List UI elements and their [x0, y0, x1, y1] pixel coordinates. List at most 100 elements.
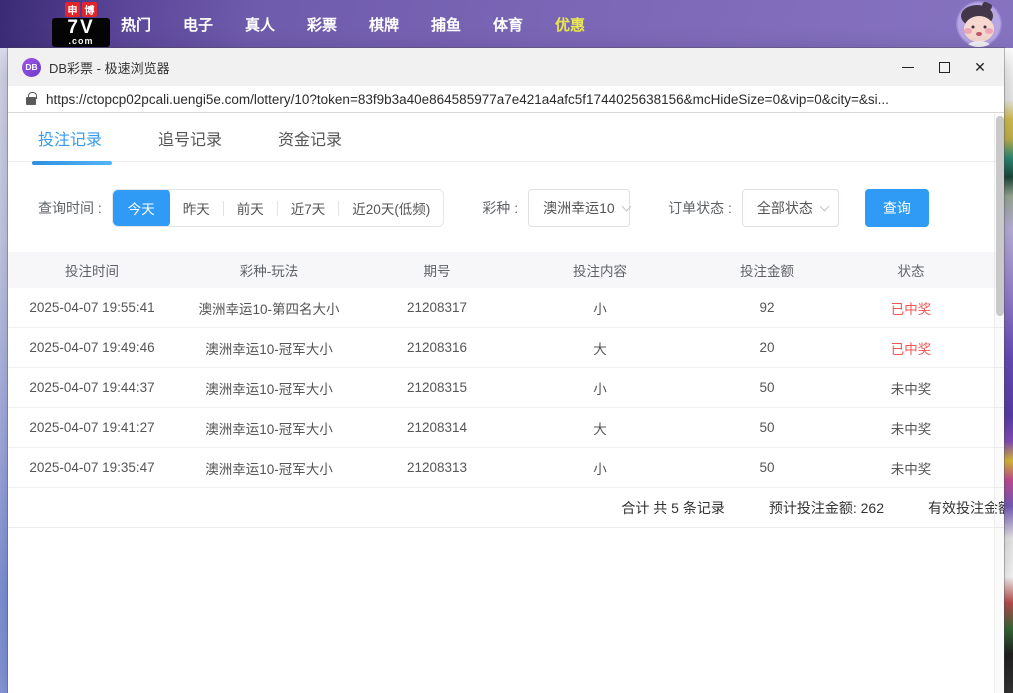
nav-item-slots[interactable]: 电子 [182, 14, 214, 35]
cell-issue: 21208315 [362, 380, 512, 395]
logo-badge-shen: 申 [65, 2, 80, 17]
filter-bar: 查询时间 : 今天 昨天 前天 近7天 近20天(低频) 彩种 : 澳洲幸运10… [8, 189, 1004, 227]
nav-item-promo[interactable]: 优惠 [554, 14, 586, 35]
close-button[interactable]: ✕ [962, 52, 998, 82]
address-bar[interactable]: https://ctopcp02pcali.uengi5e.com/lotter… [8, 86, 1004, 113]
header-bet-time: 投注时间 [8, 260, 176, 280]
cell-issue: 21208314 [362, 420, 512, 435]
chevron-down-icon [819, 201, 829, 211]
nav-item-cards[interactable]: 棋牌 [368, 14, 400, 35]
header-status: 状态 [846, 260, 976, 280]
logo-com-text: .com [52, 37, 110, 45]
chevron-down-icon [621, 201, 631, 211]
range-daybefore-button[interactable]: 前天 [224, 189, 277, 227]
cell-bet-time: 2025-04-07 19:44:37 [8, 380, 176, 395]
cell-bet-amount: 20 [688, 340, 846, 355]
range-7days-button[interactable]: 近7天 [278, 189, 339, 227]
site-logo-badges: 申 博 [52, 2, 110, 17]
site-nav: 热门 电子 真人 彩票 棋牌 捕鱼 体育 优惠 [120, 0, 586, 48]
order-status-label: 订单状态 : [668, 198, 732, 218]
summary-total-count: 合计 共 5 条记录 [621, 498, 724, 518]
status-badge: 已中奖 [846, 298, 976, 318]
summary-valid-amount: 有效投注金额 [928, 498, 1004, 518]
cell-bet-content: 大 [512, 338, 688, 358]
record-tabs: 投注记录 追号记录 资金记录 [8, 114, 1004, 162]
background-page-right-strip [1004, 48, 1013, 693]
table-header-row: 投注时间 彩种-玩法 期号 投注内容 投注金额 状态 [8, 252, 1004, 288]
logo-box: 7V .com [52, 18, 110, 47]
nav-item-sports[interactable]: 体育 [492, 14, 524, 35]
status-badge: 已中奖 [846, 338, 976, 358]
nav-item-live[interactable]: 真人 [244, 14, 276, 35]
table-row: 2025-04-07 19:49:46 澳洲幸运10-冠军大小 21208316… [8, 328, 1004, 368]
header-bet-amount: 投注金额 [688, 260, 846, 280]
records-table: 投注时间 彩种-玩法 期号 投注内容 投注金额 状态 2025-04-07 19… [8, 252, 1004, 528]
db-app-icon: DB [22, 58, 41, 77]
range-today-button[interactable]: 今天 [113, 189, 170, 227]
summary-row: 合计 共 5 条记录 预计投注金额: 262 有效投注金额 [8, 488, 1004, 528]
nav-item-hot[interactable]: 热门 [120, 14, 152, 35]
header-bet-content: 投注内容 [512, 260, 688, 280]
query-time-label: 查询时间 : [38, 198, 102, 218]
lottery-type-select[interactable]: 澳洲幸运10 [528, 189, 630, 227]
tab-fund-records[interactable]: 资金记录 [278, 126, 342, 150]
cell-bet-amount: 92 [688, 300, 846, 315]
cell-game-play: 澳洲幸运10-冠军大小 [176, 378, 362, 398]
nav-item-lottery[interactable]: 彩票 [306, 14, 338, 35]
maximize-button[interactable] [926, 52, 962, 82]
cell-issue: 21208317 [362, 300, 512, 315]
order-status-select[interactable]: 全部状态 [742, 189, 839, 227]
cell-game-play: 澳洲幸运10-冠军大小 [176, 458, 362, 478]
avatar[interactable] [956, 1, 1002, 47]
cell-bet-content: 小 [512, 458, 688, 478]
cell-bet-time: 2025-04-07 19:55:41 [8, 300, 176, 315]
cell-bet-time: 2025-04-07 19:49:46 [8, 340, 176, 355]
avatar-illustration [956, 1, 1002, 47]
lottery-type-value: 澳洲幸运10 [543, 198, 615, 218]
cell-issue: 21208313 [362, 460, 512, 475]
page-scrollbar[interactable] [994, 114, 1004, 693]
search-button[interactable]: 查询 [865, 189, 929, 227]
date-range-group: 今天 昨天 前天 近7天 近20天(低频) [112, 189, 445, 227]
header-game-play: 彩种-玩法 [176, 260, 362, 280]
table-row: 2025-04-07 19:44:37 澳洲幸运10-冠军大小 21208315… [8, 368, 1004, 408]
scrollbar-thumb[interactable] [996, 116, 1004, 316]
lottery-type-label: 彩种 : [482, 198, 518, 218]
tab-bet-records[interactable]: 投注记录 [38, 126, 102, 150]
status-badge: 未中奖 [846, 458, 976, 478]
cell-bet-amount: 50 [688, 420, 846, 435]
cell-bet-amount: 50 [688, 380, 846, 395]
minimize-button[interactable] [890, 52, 926, 82]
maximize-icon [939, 62, 950, 73]
cell-bet-time: 2025-04-07 19:35:47 [8, 460, 176, 475]
tab-chase-records[interactable]: 追号记录 [158, 126, 222, 150]
cell-bet-content: 大 [512, 418, 688, 438]
window-title-bar: DB DB彩票 - 极速浏览器 ✕ [8, 48, 1004, 86]
close-icon: ✕ [974, 60, 986, 74]
status-badge: 未中奖 [846, 378, 976, 398]
minimize-icon [902, 67, 914, 68]
range-yesterday-button[interactable]: 昨天 [170, 189, 223, 227]
site-logo[interactable]: 申 博 7V .com [52, 2, 110, 47]
window-title: DB彩票 - 极速浏览器 [49, 58, 170, 77]
site-top-bar: 申 博 7V .com 热门 电子 真人 彩票 棋牌 捕鱼 体育 优惠 [0, 0, 1013, 48]
table-row: 2025-04-07 19:55:41 澳洲幸运10-第四名大小 2120831… [8, 288, 1004, 328]
header-issue: 期号 [362, 260, 512, 280]
order-status-value: 全部状态 [757, 198, 813, 218]
cell-bet-amount: 50 [688, 460, 846, 475]
lottery-records-page: 投注记录 追号记录 资金记录 查询时间 : 今天 昨天 前天 近7天 近20天(… [8, 114, 1004, 693]
cell-bet-content: 小 [512, 378, 688, 398]
range-20days-button[interactable]: 近20天(低频) [339, 189, 443, 227]
status-badge: 未中奖 [846, 418, 976, 438]
summary-estimated-amount: 预计投注金额: 262 [769, 498, 884, 518]
cell-bet-time: 2025-04-07 19:41:27 [8, 420, 176, 435]
browser-window: DB DB彩票 - 极速浏览器 ✕ https://ctopcp02pcali.… [8, 48, 1004, 693]
table-row: 2025-04-07 19:35:47 澳洲幸运10-冠军大小 21208313… [8, 448, 1004, 488]
nav-item-fishing[interactable]: 捕鱼 [430, 14, 462, 35]
logo-7v-text: 7V [52, 19, 110, 37]
lock-icon [26, 97, 36, 105]
cell-bet-content: 小 [512, 298, 688, 318]
window-controls: ✕ [890, 52, 998, 82]
cell-issue: 21208316 [362, 340, 512, 355]
url-text: https://ctopcp02pcali.uengi5e.com/lotter… [46, 92, 889, 107]
